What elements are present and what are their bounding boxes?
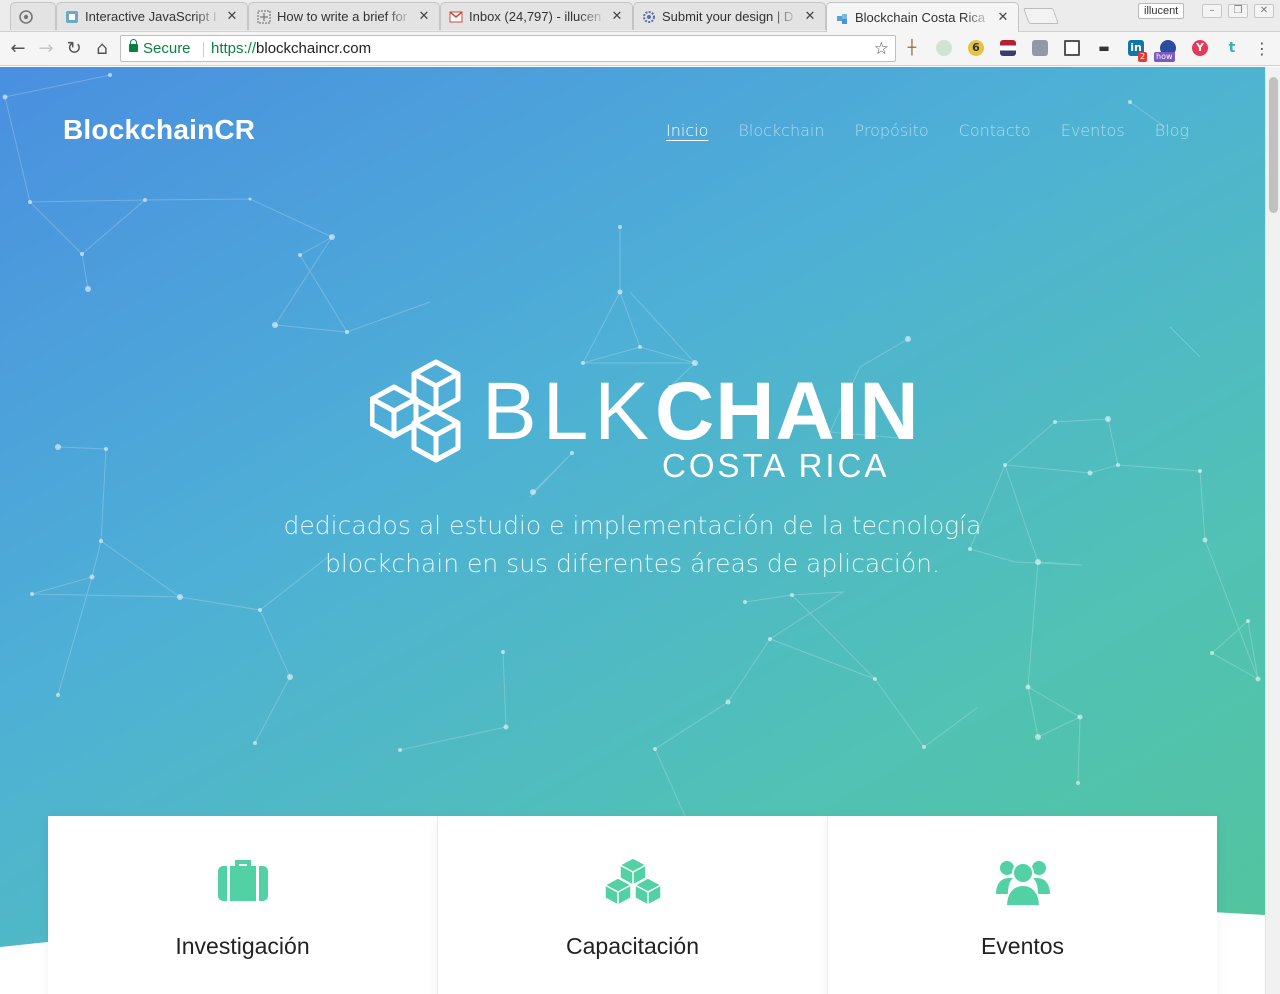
briefcase-icon (217, 860, 268, 901)
nav-item-contacto[interactable]: Contacto (959, 121, 1031, 140)
forward-icon[interactable]: → (34, 37, 58, 61)
tab-blockchain-cr[interactable]: Blockchain Costa Rica ✕ (826, 2, 1019, 32)
scrollbar-thumb[interactable] (1269, 77, 1278, 213)
close-tab-icon[interactable]: ✕ (996, 10, 1010, 25)
page-extension-icon[interactable] (1032, 40, 1048, 56)
nav-item-blog[interactable]: Blog (1155, 121, 1189, 140)
card-capacitacion[interactable]: Capacitación (437, 816, 827, 994)
tab-submit-design[interactable]: Submit your design | D ✕ (633, 2, 826, 30)
page-viewport: BlockchainCR Inicio Blockchain Propósito… (0, 67, 1280, 994)
card-eventos[interactable]: Eventos (827, 816, 1217, 994)
close-tab-icon[interactable]: ✕ (417, 9, 431, 24)
tab-github[interactable] (10, 2, 56, 30)
nav-item-inicio[interactable]: Inicio (666, 121, 708, 140)
tab-inbox[interactable]: Inbox (24,797) - illucen ✕ (440, 2, 633, 30)
logo-wordmark: BLKCHAIN (482, 371, 920, 453)
url-text[interactable]: https://blockchaincr.com (211, 36, 371, 61)
gear-icon (642, 10, 656, 24)
blockchain-costa-rica-logo: BLKCHAIN COSTA RICA (370, 359, 919, 484)
tab-title: Blockchain Costa Rica (855, 10, 986, 25)
tagline-line-2: blockchain en sus diferentes áreas de ap… (325, 549, 940, 578)
card-title: Capacitación (566, 933, 699, 959)
qr-extension-icon[interactable] (1064, 40, 1080, 56)
main-nav: Inicio Blockchain Propósito Contacto Eve… (666, 121, 1189, 140)
tab-title: Interactive JavaScript I (85, 9, 217, 24)
cubes-logo-icon (370, 359, 461, 463)
logo-word-thin: BLK (482, 366, 655, 457)
close-tab-icon[interactable]: ✕ (610, 9, 624, 24)
minimize-button[interactable]: – (1202, 4, 1222, 18)
address-bar[interactable]: Secure https://blockchaincr.com ☆ (120, 35, 896, 62)
pin-extension-icon[interactable]: ┼ (904, 40, 920, 56)
feature-cards: Investigación Capacitación Eventos (48, 816, 1217, 994)
url-scheme: https:// (211, 40, 257, 57)
how-badge: how (1154, 52, 1175, 62)
reload-icon[interactable]: ↻ (62, 37, 86, 61)
flag-extension-icon[interactable] (1000, 40, 1016, 56)
circle-extension-icon[interactable]: 6 (968, 40, 984, 56)
app-icon (65, 10, 79, 24)
maximize-button[interactable]: ❐ (1228, 4, 1248, 18)
tumblr-extension-icon[interactable]: t (1224, 40, 1240, 56)
bookmark-star-icon[interactable]: ☆ (874, 36, 889, 61)
tab-how-to-write[interactable]: How to write a brief for ✕ (248, 2, 440, 30)
users-icon (995, 861, 1050, 907)
card-title: Eventos (980, 933, 1065, 959)
nav-item-blockchain[interactable]: Blockchain (738, 121, 824, 140)
tab-title: Inbox (24,797) - illucen (469, 9, 602, 24)
browser-menu-icon[interactable]: ⋮ (1254, 38, 1270, 60)
close-window-button[interactable]: ✕ (1254, 4, 1274, 18)
leaf-extension-icon[interactable] (936, 40, 952, 56)
site-brand[interactable]: BlockchainCR (63, 114, 255, 146)
hero-section: BlockchainCR Inicio Blockchain Propósito… (0, 67, 1265, 994)
back-icon[interactable]: ← (6, 37, 30, 61)
gmail-icon (449, 10, 463, 24)
card-title: Investigación (175, 933, 310, 959)
logo-word-bold: CHAIN (655, 366, 920, 457)
nav-item-proposito[interactable]: Propósito (855, 121, 929, 140)
y-extension-icon[interactable]: Y (1192, 40, 1208, 56)
page-scrollbar[interactable] (1265, 67, 1280, 994)
mesh-icon (257, 10, 271, 24)
secure-label: Secure (143, 40, 191, 57)
close-tab-icon[interactable]: ✕ (225, 9, 239, 24)
linkedin-badge: 2 (1138, 52, 1148, 62)
nav-item-eventos[interactable]: Eventos (1061, 121, 1125, 140)
cubes-icon (603, 857, 662, 906)
card-investigacion[interactable]: Investigación (48, 816, 437, 994)
blocks-icon (835, 11, 849, 25)
close-tab-icon[interactable]: ✕ (803, 9, 817, 24)
url-host: blockchaincr.com (256, 40, 372, 57)
hero-tagline: dedicados al estudio e implementación de… (240, 507, 1025, 583)
new-tab-button[interactable] (1023, 8, 1059, 24)
home-icon[interactable]: ⌂ (90, 37, 114, 61)
tab-strip: Interactive JavaScript I ✕ How to write … (0, 0, 1280, 32)
github-icon (19, 9, 33, 24)
divider (203, 42, 204, 57)
tagline-line-1: dedicados al estudio e implementación de… (283, 511, 982, 540)
tab-title: How to write a brief for (277, 9, 408, 24)
tab-interactive-js[interactable]: Interactive JavaScript I ✕ (56, 2, 248, 30)
profile-button[interactable]: illucent (1138, 3, 1185, 19)
logo-subtitle: COSTA RICA (662, 447, 890, 484)
browser-toolbar: ← → ↻ ⌂ Secure https://blockchaincr.com … (0, 32, 1280, 66)
tab-title: Submit your design | D (662, 9, 794, 24)
camera-extension-icon[interactable]: ▬ (1096, 40, 1112, 56)
lock-icon (129, 39, 138, 52)
